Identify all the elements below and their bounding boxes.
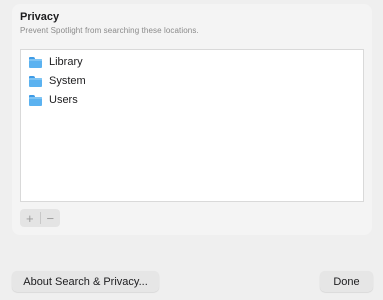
excluded-locations-list[interactable]: Library System Users bbox=[20, 49, 364, 202]
folder-icon bbox=[29, 57, 42, 68]
privacy-sheet: Privacy Prevent Spotlight from searching… bbox=[0, 0, 383, 300]
list-item-label: System bbox=[49, 75, 86, 87]
folder-icon bbox=[29, 76, 42, 87]
list-item-users[interactable]: Users bbox=[29, 92, 78, 108]
list-item-label: Library bbox=[49, 56, 83, 68]
folder-icon bbox=[29, 95, 42, 106]
list-item-library[interactable]: Library bbox=[29, 54, 83, 70]
about-search-privacy-button[interactable]: About Search & Privacy... bbox=[12, 271, 159, 292]
add-remove-control: + − bbox=[20, 209, 60, 227]
privacy-subtitle: Prevent Spotlight from searching these l… bbox=[20, 26, 199, 35]
done-button[interactable]: Done bbox=[320, 271, 373, 292]
remove-location-button[interactable]: − bbox=[40, 209, 60, 227]
list-item-label: Users bbox=[49, 94, 78, 106]
list-item-system[interactable]: System bbox=[29, 73, 86, 89]
add-location-button[interactable]: + bbox=[20, 209, 40, 227]
privacy-title: Privacy bbox=[20, 11, 60, 23]
